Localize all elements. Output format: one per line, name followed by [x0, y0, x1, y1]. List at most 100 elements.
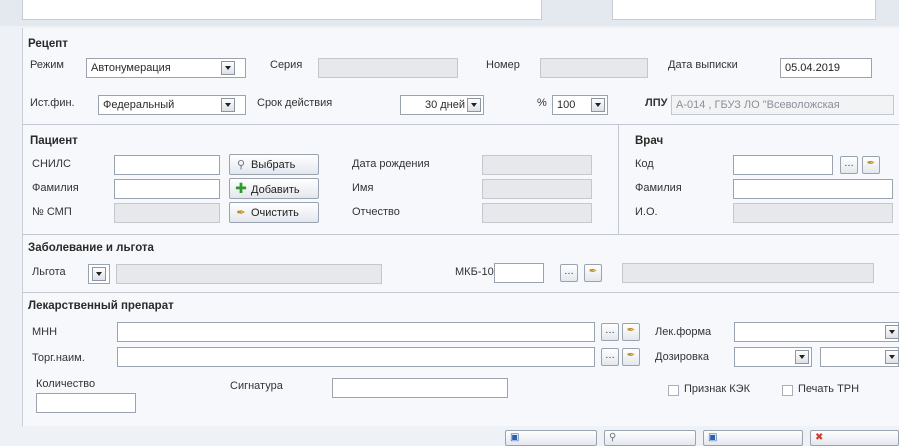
- top-field-left[interactable]: [22, 0, 542, 20]
- eraser-icon[interactable]: ✒: [862, 156, 880, 174]
- patient-name-label: Имя: [352, 182, 374, 194]
- select-button-label: Выбрать: [251, 159, 296, 171]
- add-patient-button[interactable]: ✚ Добавить: [229, 178, 319, 199]
- number-label: Номер: [486, 59, 520, 71]
- eraser-icon[interactable]: ✒: [622, 323, 640, 341]
- plus-icon: ✚: [235, 180, 247, 196]
- percent-value: 100: [557, 99, 576, 111]
- clear-patient-button[interactable]: ✒ Очистить: [229, 202, 319, 223]
- birth-date-label: Дата рождения: [352, 158, 430, 170]
- snils-label: СНИЛС: [32, 158, 71, 170]
- mode-select[interactable]: Автонумерация: [86, 58, 246, 78]
- disease-section-title: Заболевание и льгота: [28, 242, 154, 254]
- add-button-label: Добавить: [251, 184, 300, 196]
- patient-name-field[interactable]: [482, 179, 592, 199]
- chevron-down-icon[interactable]: [221, 61, 235, 75]
- mode-value: Автонумерация: [91, 62, 171, 74]
- validity-select[interactable]: 30 дней: [400, 95, 484, 115]
- ellipsis-icon[interactable]: …: [840, 156, 858, 174]
- dosage-label: Дозировка: [655, 351, 710, 363]
- doctor-surname-label: Фамилия: [635, 182, 682, 194]
- chevron-down-icon[interactable]: [885, 350, 898, 364]
- ellipsis-icon[interactable]: …: [601, 323, 619, 341]
- dosage-unit-select[interactable]: [820, 347, 899, 367]
- snils-field[interactable]: [114, 155, 220, 175]
- birth-date-field[interactable]: [482, 155, 592, 175]
- top-toolbar: [0, 0, 899, 26]
- fin-source-select[interactable]: Федеральный: [98, 95, 246, 115]
- doctor-initials-field[interactable]: [733, 203, 893, 223]
- bottom-button-4[interactable]: ✖: [810, 430, 899, 446]
- dosage-select[interactable]: [734, 347, 812, 367]
- quantity-label: Количество: [36, 378, 96, 390]
- mkb-field[interactable]: [494, 263, 544, 283]
- series-field[interactable]: [318, 58, 458, 78]
- chevron-down-icon[interactable]: [795, 350, 809, 364]
- bottom-button-3[interactable]: ▣: [703, 430, 803, 446]
- print-trn-checkbox[interactable]: [782, 385, 793, 396]
- number-field[interactable]: [540, 58, 648, 78]
- search-icon: ⚲: [236, 159, 246, 171]
- bottom-button-2[interactable]: ⚲: [604, 430, 696, 446]
- eraser-icon[interactable]: ✒: [584, 264, 602, 282]
- percent-select[interactable]: 100: [552, 95, 608, 115]
- divider-patient-disease: [22, 234, 899, 235]
- smp-label: № СМП: [32, 206, 72, 218]
- patronymic-label: Отчество: [352, 206, 400, 218]
- doctor-code-field[interactable]: [733, 155, 833, 175]
- doctor-surname-field[interactable]: [733, 179, 893, 199]
- save-icon: ▣: [708, 432, 718, 443]
- fin-source-label: Ист.фин.: [30, 97, 75, 109]
- drug-form-select[interactable]: [734, 322, 899, 342]
- chevron-down-icon[interactable]: [591, 98, 605, 112]
- search-icon: ⚲: [609, 432, 617, 443]
- chevron-down-icon[interactable]: [885, 325, 898, 339]
- doctor-section-title: Врач: [635, 135, 664, 147]
- drug-section-title: Лекарственный препарат: [28, 300, 174, 312]
- trade-name-label: Торг.наим.: [32, 352, 85, 364]
- patronymic-field[interactable]: [482, 203, 592, 223]
- kek-label: Признак КЭК: [684, 383, 750, 395]
- eraser-icon: ✒: [236, 207, 246, 219]
- mkb-label: МКБ-10: [455, 266, 494, 278]
- lpu-field[interactable]: А-014 , ГБУЗ ЛО "Всеволожская: [671, 95, 894, 115]
- quantity-field[interactable]: [36, 393, 136, 413]
- chevron-down-icon[interactable]: [467, 98, 481, 112]
- select-patient-button[interactable]: ⚲ Выбрать: [229, 154, 319, 175]
- recipe-section-title: Рецепт: [28, 38, 68, 50]
- patient-surname-label: Фамилия: [32, 182, 79, 194]
- close-icon: ✖: [815, 432, 824, 443]
- patient-section-title: Пациент: [30, 135, 78, 147]
- divider-disease-drug: [22, 292, 899, 293]
- percent-label: %: [537, 97, 547, 109]
- top-field-right[interactable]: [612, 0, 876, 20]
- divider-patient-doctor: [618, 124, 619, 234]
- benefit-select[interactable]: [88, 264, 110, 284]
- doctor-code-label: Код: [635, 158, 654, 170]
- benefit-field[interactable]: [116, 264, 382, 284]
- lpu-label: ЛПУ: [645, 97, 668, 109]
- issue-date-label: Дата выписки: [668, 59, 738, 71]
- print-trn-label: Печать ТРН: [798, 383, 860, 395]
- issue-date-field[interactable]: 05.04.2019: [780, 58, 872, 78]
- clear-button-label: Очистить: [251, 207, 299, 219]
- drug-form-label: Лек.форма: [655, 326, 712, 338]
- signature-field[interactable]: [332, 378, 508, 398]
- eraser-icon[interactable]: ✒: [622, 348, 640, 366]
- divider-recipe-patient: [22, 124, 899, 125]
- document-icon: ▣: [510, 432, 520, 443]
- kek-checkbox[interactable]: [668, 385, 679, 396]
- series-label: Серия: [270, 59, 303, 71]
- mkb-description-field[interactable]: [622, 263, 874, 283]
- chevron-down-icon[interactable]: [221, 98, 235, 112]
- smp-field[interactable]: [114, 203, 220, 223]
- mnn-field[interactable]: [117, 322, 595, 342]
- ellipsis-icon[interactable]: …: [601, 348, 619, 366]
- chevron-down-icon[interactable]: [92, 267, 106, 281]
- fin-source-value: Федеральный: [103, 99, 175, 111]
- ellipsis-icon[interactable]: …: [560, 264, 578, 282]
- patient-surname-field[interactable]: [114, 179, 220, 199]
- mnn-label: МНН: [32, 326, 58, 338]
- bottom-button-1[interactable]: ▣: [505, 430, 597, 446]
- trade-name-field[interactable]: [117, 347, 595, 367]
